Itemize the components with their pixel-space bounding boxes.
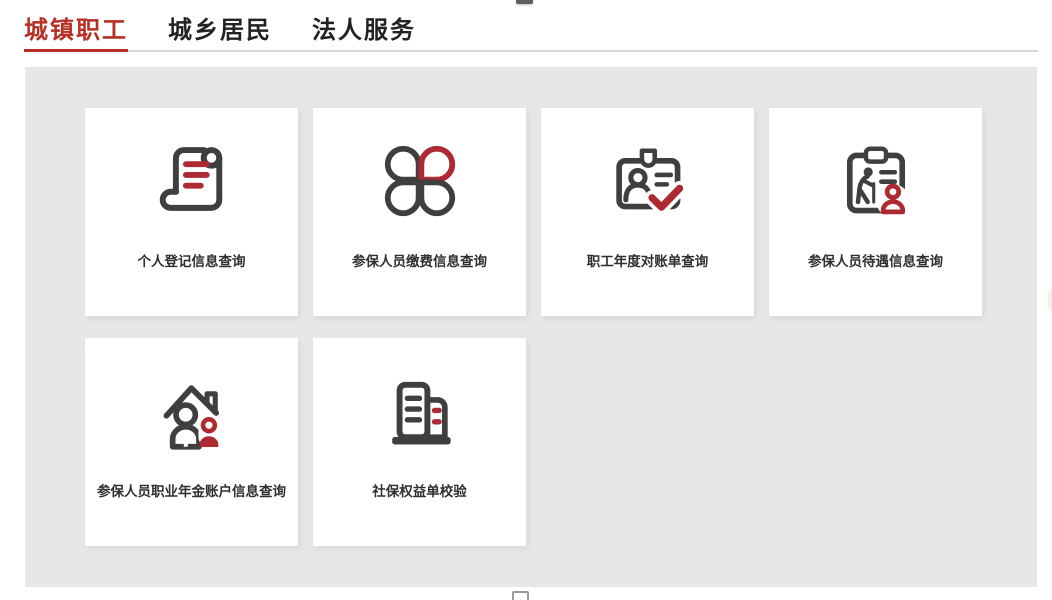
tab-urban-rural-residents[interactable]: 城乡居民 [168,15,272,47]
buildings-icon [377,368,463,454]
card-label: 职工年度对账单查询 [587,250,709,270]
services-panel: 个人登记信息查询 参保人员缴费信息查询 [25,67,1037,587]
service-card-rights-statement-verify[interactable]: 社保权益单校验 [313,338,526,546]
id-card-check-icon [605,138,691,224]
tab-bar: 城镇职工 城乡居民 法人服务 [24,15,1038,52]
clipboard-elderly-icon [833,138,919,224]
house-family-icon [149,368,235,454]
bottom-cutoff-element [512,591,529,600]
service-card-personal-registration-query[interactable]: 个人登记信息查询 [85,108,298,316]
card-label: 参保人员待遇信息查询 [808,250,943,270]
card-label: 个人登记信息查询 [138,250,246,270]
service-card-occupational-pension-query[interactable]: 参保人员职业年金账户信息查询 [85,338,298,546]
clover-petals-icon [377,138,463,224]
card-label: 参保人员职业年金账户信息查询 [97,480,286,500]
service-card-payment-info-query[interactable]: 参保人员缴费信息查询 [313,108,526,316]
card-label: 社保权益单校验 [372,480,467,500]
service-card-benefit-info-query[interactable]: 参保人员待遇信息查询 [769,108,982,316]
right-edge-cutoff-element [1048,288,1052,312]
tab-legal-person-services[interactable]: 法人服务 [312,15,416,47]
service-card-annual-statement-query[interactable]: 职工年度对账单查询 [541,108,754,316]
card-label: 参保人员缴费信息查询 [352,250,487,270]
top-cutoff-element [516,0,533,4]
tab-urban-workers[interactable]: 城镇职工 [24,15,128,47]
scroll-document-icon [149,138,235,224]
social-insurance-services-page: 城镇职工 城乡居民 法人服务 [0,0,1052,600]
